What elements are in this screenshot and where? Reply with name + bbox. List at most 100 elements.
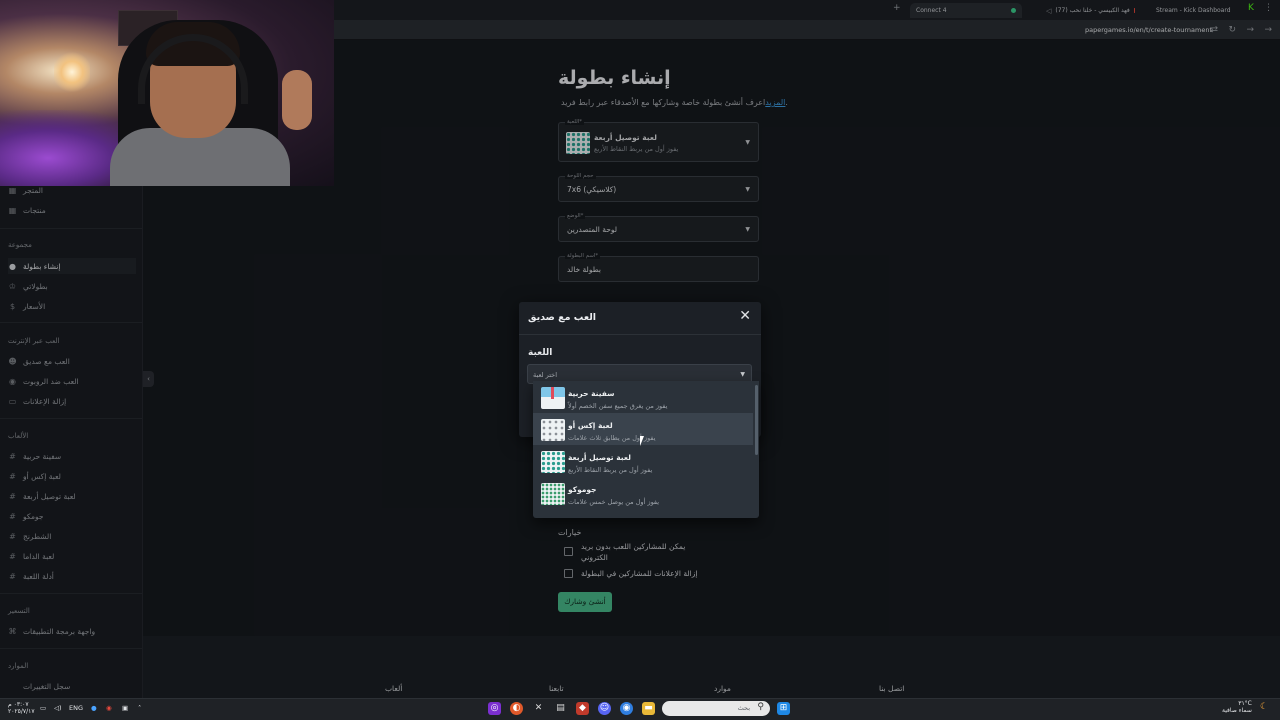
- tab-connect4[interactable]: Connect 4: [910, 3, 1022, 18]
- game-desc: يفوز أول من يربط النقاط الأربع: [594, 145, 679, 153]
- sidebar-item-label: لعبة الداما: [23, 551, 55, 561]
- app-red-icon[interactable]: ◆: [576, 702, 589, 715]
- url-text[interactable]: papergames.io/en/t/create-tournament: [1085, 26, 1212, 34]
- option-desc: يفوز أول من يوصل خمس علامات: [568, 498, 660, 506]
- sidebar-item-label: منتجات: [23, 205, 46, 215]
- sidebar-item-battleship[interactable]: # سفينة حربية: [8, 448, 136, 464]
- capcut-icon[interactable]: ✕: [532, 702, 545, 715]
- forward-icon[interactable]: →: [1246, 25, 1254, 35]
- sidebar-item-label: إزالة الإعلانات: [23, 396, 67, 406]
- sidebar-item-products[interactable]: ▦ منتجات: [8, 202, 136, 218]
- mode-label: الوضع*: [565, 213, 586, 219]
- tournament-name-label: اسم البطولة*: [565, 253, 601, 259]
- weather-widget[interactable]: ٣١°C سماء صافية: [1222, 700, 1252, 714]
- site-settings-icon[interactable]: ⇄: [1210, 25, 1218, 35]
- app-icon[interactable]: ▤: [554, 702, 567, 715]
- page-title: إنشاء بطولة: [558, 67, 671, 89]
- robot-icon: ◉: [9, 376, 16, 386]
- back-icon[interactable]: →: [1264, 25, 1272, 35]
- reload-icon[interactable]: ↻: [1228, 25, 1236, 35]
- sidebar-item-chess[interactable]: # الشطرنج: [8, 528, 136, 544]
- mode-field[interactable]: الوضع* لوحة المتصدرين ▼: [558, 213, 759, 242]
- gomoku-thumbnail-icon: [541, 483, 565, 505]
- footer: [143, 636, 1280, 698]
- record-icon[interactable]: ◉: [106, 704, 112, 712]
- subtitle-text: اعرف أنشئ بطولة خاصة وشاركها مع الأصدقاء…: [561, 98, 788, 107]
- tab-label: Connect 4: [916, 7, 947, 14]
- taskbar-search[interactable]: بحث ⚲: [662, 701, 770, 716]
- sidebar-item-gomoku[interactable]: # جومكو: [8, 508, 136, 524]
- game-field[interactable]: اللعبة* لعبة توصيل أربعة يفوز أول من يرب…: [558, 119, 759, 162]
- webcam-overlay: [0, 0, 334, 186]
- sidebar-item-checkers[interactable]: # لعبة الداما: [8, 548, 136, 564]
- learn-more-link[interactable]: المزيد: [765, 98, 785, 107]
- divider: [0, 228, 142, 229]
- language-indicator[interactable]: ENG: [69, 704, 83, 712]
- sidebar-item-game-guides[interactable]: # أدلة اللعبة: [8, 568, 136, 584]
- sidebar-item-play-bot[interactable]: ◉ العب ضد الروبوت: [8, 373, 136, 389]
- game-select-placeholder: اختر لعبة: [533, 371, 558, 379]
- trophy-icon: ♔: [8, 281, 17, 291]
- lamp-light: [54, 52, 90, 92]
- option-name: جوموكو: [568, 485, 597, 494]
- board-size-field[interactable]: حجم اللوحة 7x6 (كلاسيكي) ▼: [558, 173, 759, 202]
- no-email-checkbox[interactable]: [564, 547, 573, 556]
- sidebar-collapse-button[interactable]: ‹: [143, 371, 154, 387]
- sidebar-item-my-tournaments[interactable]: ♔ بطولاتي: [8, 278, 136, 294]
- discord-icon[interactable]: ☺: [598, 702, 611, 715]
- sidebar-item-pricing[interactable]: $ الأسعار: [8, 298, 136, 314]
- sidebar-item-tictactoe[interactable]: # لعبة إكس أو: [8, 468, 136, 484]
- windows-start-icon[interactable]: ⊞: [777, 702, 790, 715]
- sidebar-item-label: سجل التغييرات: [23, 681, 71, 691]
- sidebar-item-api[interactable]: ⌘ واجهة برمجة التطبيقات: [8, 623, 136, 639]
- weather-desc: سماء صافية: [1222, 707, 1252, 714]
- sidebar-item-play-friend[interactable]: ☻ العب مع صديق: [8, 353, 136, 369]
- tab-kick[interactable]: Stream - Kick Dashboard: [1150, 3, 1250, 18]
- sidebar-item-label: جومكو: [23, 511, 44, 521]
- battery-icon[interactable]: ▭: [40, 704, 46, 712]
- dollar-icon: $: [9, 301, 16, 311]
- option-desc: يفوز من يغرق جميع سفن الخصم أولاً: [568, 402, 668, 410]
- obs-icon[interactable]: ◎: [488, 702, 501, 715]
- dropdown-scrollbar[interactable]: [755, 385, 758, 455]
- chevron-up-icon[interactable]: ˄: [138, 704, 141, 712]
- create-and-share-button[interactable]: أنشئ وشارك: [558, 592, 612, 612]
- tictactoe-thumbnail-icon: [541, 419, 565, 441]
- dropdown-option-battleship[interactable]: سفينة حربية يفوز من يغرق جميع سفن الخصم …: [533, 381, 753, 413]
- sidebar-item-create-tournament[interactable]: ● إنشاء بطولة: [8, 258, 136, 274]
- hash-icon: #: [9, 511, 16, 521]
- connect4-thumbnail-icon: [566, 132, 590, 154]
- game-name: لعبة توصيل أربعة: [594, 133, 657, 142]
- sidebar-item-label: الأسعار: [23, 301, 46, 311]
- tab-youtube[interactable]: ◁ (77) فهد الكبيسي - خلنا نحب: [1040, 3, 1140, 18]
- grid-icon: ▦: [8, 205, 17, 215]
- sidebar-item-label: العب مع صديق: [23, 356, 70, 366]
- tournament-name-field[interactable]: اسم البطولة* بطولة خالد: [558, 253, 759, 282]
- sidebar-item-remove-ads[interactable]: ▭ إزالة الإعلانات: [8, 393, 136, 409]
- sidebar-item-changelog[interactable]: سجل التغييرات: [8, 678, 136, 694]
- remove-ads-checkbox[interactable]: [564, 569, 573, 578]
- sidebar-item-label: الشطرنج: [23, 531, 52, 541]
- options-title: خيارات: [558, 528, 582, 537]
- firefox-icon[interactable]: ◐: [510, 702, 523, 715]
- sidebar-item-label: لعبة توصيل أربعة: [23, 491, 76, 501]
- tab-label: Stream - Kick Dashboard: [1156, 7, 1231, 14]
- divider: [0, 418, 142, 419]
- sidebar-item-connect4[interactable]: # لعبة توصيل أربعة: [8, 488, 136, 504]
- mic-icon[interactable]: ●: [91, 704, 97, 712]
- mute-icon: ◁: [1046, 6, 1052, 15]
- sidebar-item-label: بطولاتي: [23, 281, 48, 291]
- store-icon: ▦: [8, 185, 17, 195]
- sidebar-item-label: سفينة حربية: [23, 451, 62, 461]
- chrome-icon[interactable]: ◉: [620, 702, 633, 715]
- dropdown-option-connect4[interactable]: لعبة توصيل أربعة يفوز أول من يربط النقاط…: [533, 445, 753, 477]
- volume-icon[interactable]: ◁): [54, 704, 62, 712]
- new-tab-icon[interactable]: +: [893, 3, 901, 13]
- file-explorer-icon[interactable]: ▬: [642, 702, 655, 715]
- close-icon[interactable]: ✕: [739, 308, 751, 324]
- window-menu-icon[interactable]: ⋮: [1264, 3, 1273, 13]
- search-placeholder: بحث: [737, 704, 750, 712]
- dropdown-option-gomoku[interactable]: جوموكو يفوز أول من يوصل خمس علامات: [533, 477, 753, 509]
- clock[interactable]: ٠٣:٠٧ م ٢٠٢٥/٧/١٧: [8, 701, 35, 715]
- camera-icon[interactable]: ▣: [122, 704, 128, 712]
